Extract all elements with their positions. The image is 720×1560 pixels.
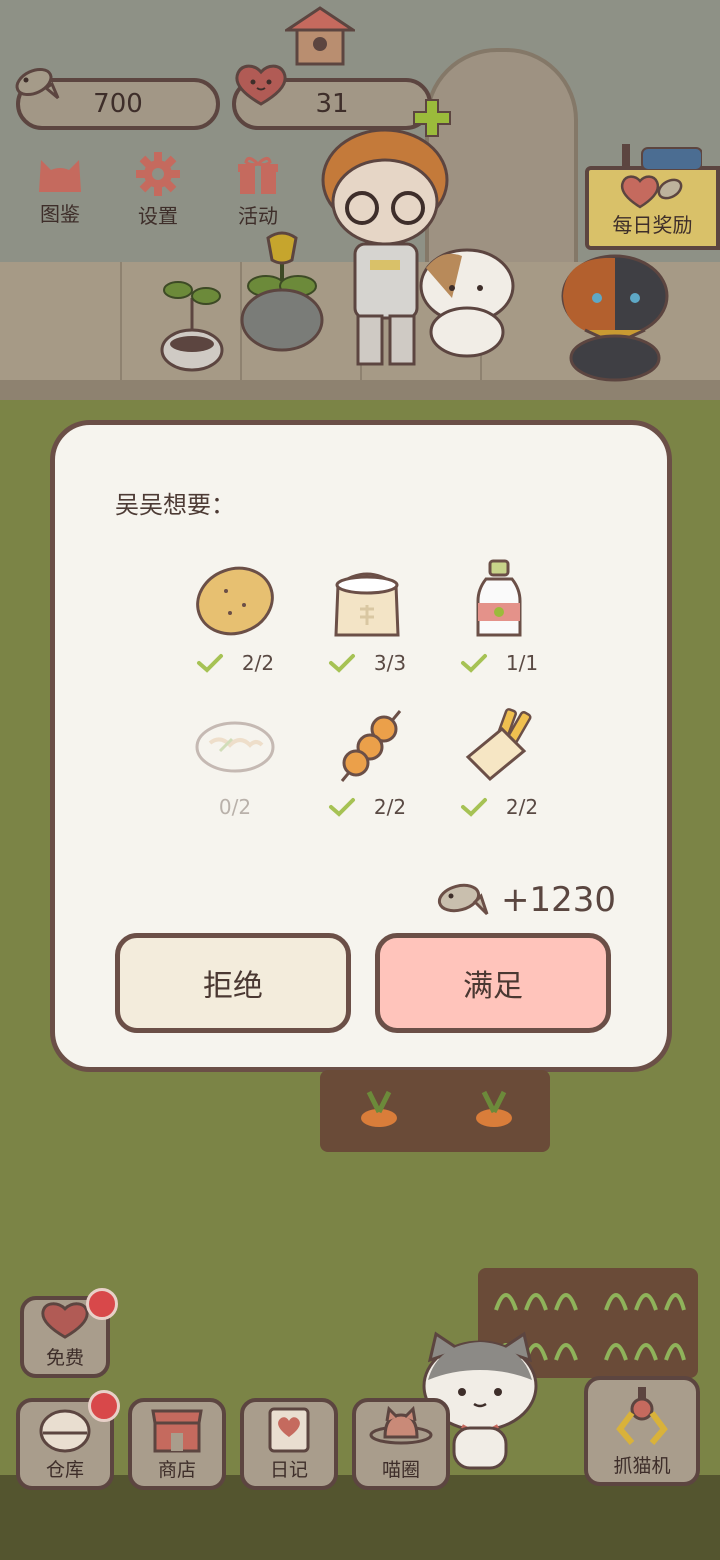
potato-icon [196,566,274,636]
check-icon [196,654,223,673]
request-item[interactable]: 3/3 [297,555,437,675]
shop-label: 商店 [157,1459,196,1481]
item-count-row: 2/2 [429,795,569,819]
fries-icon [465,708,532,782]
item-count: 1/1 [505,651,539,675]
claw-machine-label: 抓猫机 [613,1455,671,1477]
deck-rail [0,380,720,400]
events-label: 活动 [238,204,278,228]
shop-button[interactable]: 商店 [128,1398,226,1490]
shop-icon [151,1409,203,1453]
item-count: 2/2 [373,795,407,819]
request-item[interactable]: 0/2 [165,699,305,819]
guide-label: 图鉴 [40,202,80,226]
diary-button[interactable]: 日记 [240,1398,338,1490]
birdhouse-decoration [285,6,355,66]
gear-icon [136,152,180,196]
reward-value: +1230 [501,880,617,920]
request-item[interactable]: 2/2 [165,555,305,675]
daily-reward-label: 每日奖励 [612,213,693,237]
item-count: 2/2 [505,795,539,819]
item-count: 2/2 [241,651,275,675]
refuse-label: 拒绝 [203,969,263,1004]
request-dialog: 吴吴想要： 2/2 3/3 1/1 0/2 2/2 2/2 +1230 拒绝 满… [50,420,672,1072]
warehouse-label: 仓库 [45,1459,84,1481]
cat-planet-icon [369,1405,433,1445]
carrot-sprout-icon [361,1090,397,1127]
item-count-row: 3/3 [297,651,437,675]
dialog-title: 吴吴想要： [115,491,235,519]
settings-button[interactable]: 设置 [118,152,198,229]
meow-circle-button[interactable]: 喵圈 [352,1398,450,1490]
diary-label: 日记 [269,1459,308,1481]
fish-icon [15,67,60,100]
meow-circle-label: 喵圈 [381,1459,420,1481]
gift-icon [238,157,278,194]
check-icon [460,798,487,817]
banner-flag [622,144,702,170]
check-icon [328,798,355,817]
heart-icon [41,1302,89,1339]
item-count: 0/2 [218,795,252,819]
reward-amount: +1230 [433,880,616,920]
claw-machine-button[interactable]: 抓猫机 [584,1376,700,1486]
calico-cat[interactable] [412,238,522,358]
claw-icon [616,1387,668,1445]
tortoiseshell-cat[interactable] [555,248,675,382]
request-item[interactable]: 1/1 [429,555,569,675]
notification-badge [86,1288,118,1320]
check-icon [460,654,487,673]
item-count-row: 0/2 [165,795,305,819]
item-count-row: 2/2 [165,651,305,675]
heart-amount: 31 [315,89,349,119]
flour-sack-icon [334,572,400,637]
carrot-sprout-icon [476,1090,512,1127]
item-count: 3/3 [373,651,407,675]
free-label: 免费 [45,1347,84,1369]
fish-amount: 700 [93,89,143,119]
events-button[interactable]: 活动 [218,154,298,229]
guide-button[interactable]: 图鉴 [20,154,100,227]
settings-label: 设置 [138,204,178,228]
request-item[interactable]: 2/2 [297,699,437,819]
item-count-row: 2/2 [297,795,437,819]
noodle-plate-icon [195,721,275,773]
fish-icon [437,883,489,916]
cat-face-icon [39,160,81,192]
milk-bottle-icon [476,559,522,637]
reward-heart-fish-icon [620,175,682,209]
check-icon [328,654,355,673]
satisfy-label: 满足 [463,969,523,1004]
satisfy-button[interactable]: 满足 [375,933,611,1033]
skewer-icon [340,710,402,782]
warehouse-bowl-icon [39,1409,91,1453]
request-item[interactable]: 2/2 [429,699,569,819]
diary-book-icon [268,1407,310,1453]
item-count-row: 1/1 [429,651,569,675]
sprout-pot[interactable] [158,268,226,372]
daily-reward-button[interactable]: 每日奖励 [585,166,720,250]
heart-icon [235,64,287,106]
add-hearts-plus-icon[interactable] [410,96,454,140]
refuse-button[interactable]: 拒绝 [115,933,351,1033]
notification-badge [88,1390,120,1422]
